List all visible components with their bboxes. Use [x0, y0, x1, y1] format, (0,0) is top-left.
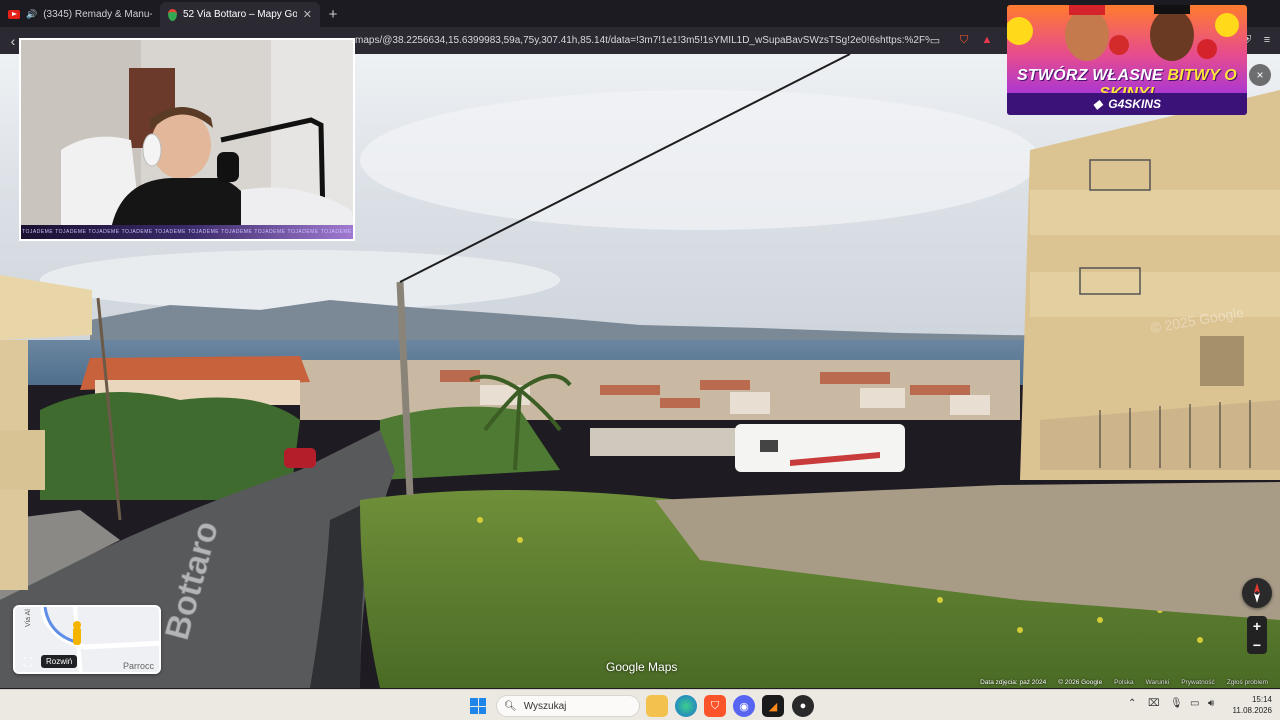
- footer-link-privacy[interactable]: Prywatność: [1181, 679, 1215, 689]
- tab-title: (3345) Remady & Manu-L feat. J: [43, 9, 152, 20]
- footer-link-terms[interactable]: Warunki: [1146, 679, 1170, 689]
- webcam-overlay-strip: TOJADEME TOJADEME TOJADEME TOJADEME TOJA…: [21, 225, 353, 239]
- ad-close-button[interactable]: ×: [1249, 64, 1271, 86]
- file-explorer-icon[interactable]: [646, 695, 668, 717]
- copyright: © 2026 Google: [1058, 679, 1103, 686]
- google-maps-logo: Google Maps: [606, 660, 678, 674]
- webcam-feed: [21, 40, 353, 229]
- compass-button[interactable]: [1242, 578, 1272, 608]
- ad-banner[interactable]: STWÓRZ WŁASNE BITWY O SKINY! ◆ G4SKINS: [1007, 5, 1247, 115]
- compass-icon: [1254, 583, 1260, 603]
- footer-link-country[interactable]: Polska: [1114, 679, 1134, 689]
- start-button[interactable]: [470, 698, 486, 714]
- screen: 🔊 (3345) Remady & Manu-L feat. J 52 Via …: [0, 0, 1280, 720]
- network-icon[interactable]: ⌧: [1148, 698, 1160, 709]
- clock-date: 11.08.2026: [1232, 706, 1272, 715]
- tab-title: 52 Via Bottaro – Mapy Google: [183, 9, 297, 20]
- audio-icon[interactable]: 🔊: [26, 9, 37, 20]
- system-clock[interactable]: 15:14 11.08.2026: [1228, 694, 1272, 716]
- capture-date: Data zdjęcia: paź 2024: [980, 679, 1047, 686]
- search-icon: 🔍︎: [504, 700, 517, 712]
- red-car: [284, 448, 316, 468]
- display-icon[interactable]: ▭: [1190, 698, 1199, 709]
- obs-icon[interactable]: ●: [792, 695, 814, 717]
- edge-icon[interactable]: [675, 695, 697, 717]
- minimap[interactable]: Via Al Parrocc ⛶ Rozwiń: [13, 605, 161, 674]
- brave-icon[interactable]: ⛉: [704, 695, 726, 717]
- tab-youtube[interactable]: 🔊 (3345) Remady & Manu-L feat. J: [0, 2, 160, 27]
- footer-link-report[interactable]: Zgłoś problem: [1227, 679, 1268, 689]
- app-icon[interactable]: ◢: [762, 695, 784, 717]
- discord-icon[interactable]: ◉: [733, 695, 755, 717]
- webcam-overlay: TOJADEME TOJADEME TOJADEME TOJADEME TOJA…: [19, 38, 355, 241]
- search-placeholder: Wyszukaj: [523, 700, 567, 712]
- ad-brand-bar: ◆ G4SKINS: [1007, 93, 1247, 115]
- microphone-icon[interactable]: 🎙︎: [1170, 698, 1183, 709]
- new-tab-button[interactable]: +: [320, 2, 346, 27]
- youtube-icon: [8, 10, 20, 19]
- menu-icon[interactable]: ≡: [1259, 32, 1275, 48]
- zoom-out-button[interactable]: −: [1247, 635, 1267, 654]
- minimap-place-label: Parrocc: [123, 661, 155, 671]
- brave-shield-icon[interactable]: ⛉: [956, 32, 972, 48]
- ad-brand: G4SKINS: [1108, 97, 1161, 111]
- volume-icon[interactable]: 🔊︎: [1208, 698, 1214, 709]
- tab-google-maps[interactable]: 52 Via Bottaro – Mapy Google ✕: [160, 2, 320, 27]
- pegman-icon: [73, 627, 81, 645]
- zoom-control: + −: [1247, 616, 1267, 654]
- google-maps-icon: [168, 8, 177, 21]
- tray-chevron-icon[interactable]: ⌃: [1128, 698, 1136, 709]
- screen-icon[interactable]: ▭: [927, 32, 943, 48]
- close-tab-icon[interactable]: ✕: [303, 8, 312, 21]
- taskbar-search[interactable]: 🔍︎ Wyszukaj: [496, 695, 640, 717]
- clock-time: 15:14: [1251, 695, 1272, 704]
- fullscreen-icon[interactable]: ⛶: [19, 654, 37, 670]
- map-footer: Data zdjęcia: paź 2024 © 2026 Google Pol…: [0, 679, 1280, 689]
- expand-minimap-button[interactable]: Rozwiń: [41, 655, 78, 668]
- brand-logo-icon: ◆: [1093, 97, 1103, 111]
- microphone: [217, 152, 239, 182]
- zoom-in-button[interactable]: +: [1247, 616, 1267, 635]
- ad-fighters-art: [1007, 5, 1239, 61]
- windows-taskbar: 🔍︎ Wyszukaj ⛉ ◉ ◢ ● ⌃ ⌧ 🎙︎ ▭ 🔊︎ 15:14 11…: [0, 689, 1280, 720]
- minimap-street-label: Via Al: [25, 609, 32, 627]
- brave-rewards-icon[interactable]: ▲: [979, 32, 995, 48]
- address-bar[interactable]: maps/@38.2256634,15.6399983,59a,75y,307.…: [355, 30, 930, 51]
